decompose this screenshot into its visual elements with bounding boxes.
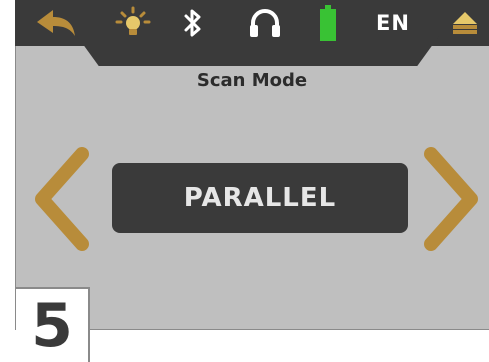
bluetooth-icon[interactable] [173,0,213,46]
language-selector[interactable]: EN [371,0,415,46]
headphones-icon[interactable] [243,0,287,46]
brightness-icon[interactable] [110,0,156,46]
scan-mode-selector[interactable]: PARALLEL [112,163,408,233]
status-bar: EN [15,0,489,66]
chevron-left-icon[interactable] [32,146,90,256]
screen-title: Scan Mode [196,70,308,91]
battery-icon [313,0,343,46]
scan-mode-value: PARALLEL [183,183,337,213]
step-number-badge: 5 [16,287,90,362]
step-number: 5 [31,290,73,361]
language-label: EN [376,11,410,35]
device-logo-icon[interactable] [447,0,483,46]
back-arrow-icon[interactable] [33,0,79,46]
chevron-right-icon[interactable] [423,146,481,256]
device-screen: EN Scan Mode PARALLEL [15,0,489,330]
